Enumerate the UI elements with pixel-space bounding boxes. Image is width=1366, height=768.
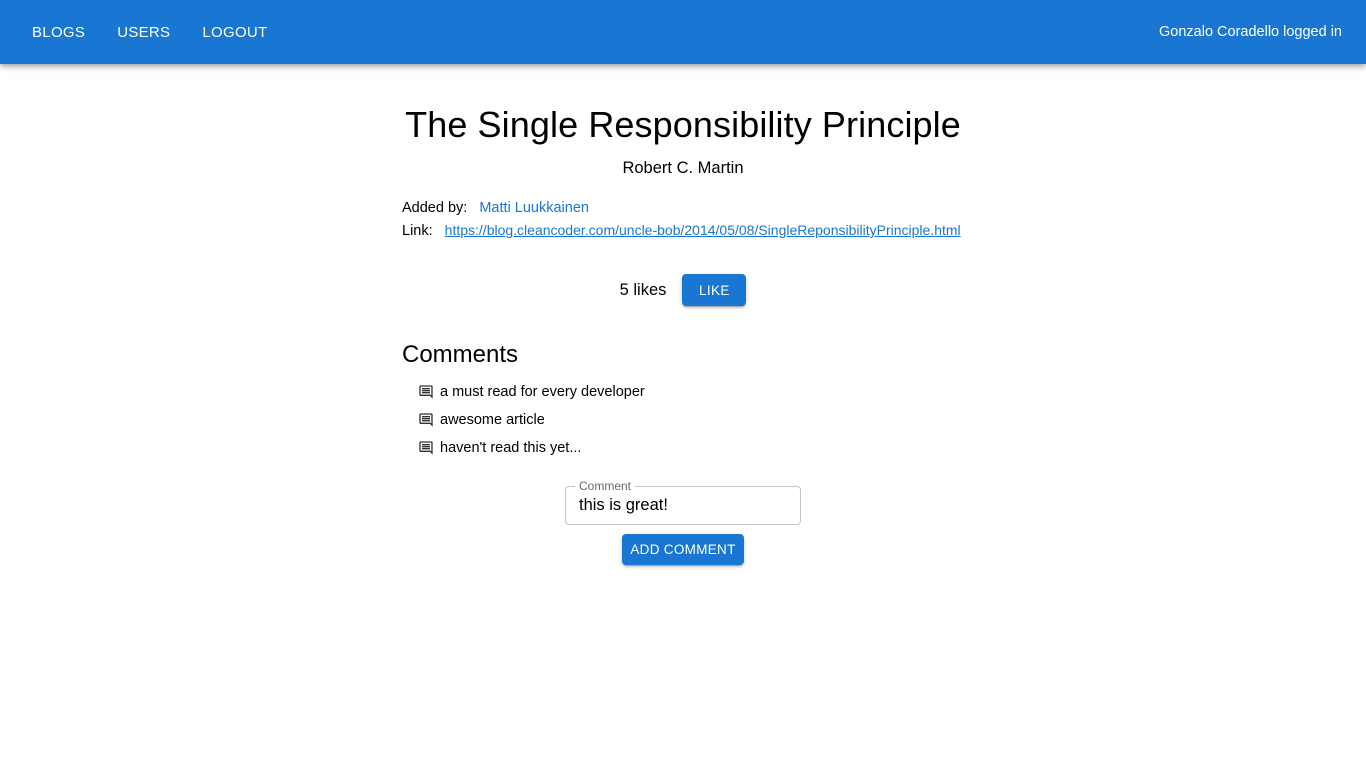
comment-icon	[419, 385, 433, 399]
added-by-label: Added by:	[402, 200, 468, 216]
list-item: awesome article	[418, 406, 645, 434]
list-item: haven't read this yet...	[418, 434, 645, 462]
comment-field-label: Comment	[575, 479, 636, 493]
nav-logout-button[interactable]: LOGOUT	[194, 18, 275, 47]
add-comment-button[interactable]: ADD COMMENT	[622, 534, 744, 565]
added-by-row: Added by: Matti Luukkainen	[402, 200, 589, 216]
nav-blogs-button[interactable]: BLOGS	[24, 18, 93, 47]
comment-text: a must read for every developer	[440, 384, 645, 400]
logged-in-status: Gonzalo Coradello logged in	[1159, 24, 1342, 40]
comment-list: a must read for every developer awesome …	[418, 378, 645, 462]
list-item: a must read for every developer	[418, 378, 645, 406]
comment-text: awesome article	[440, 412, 545, 428]
blog-url-link[interactable]: https://blog.cleancoder.com/uncle-bob/20…	[445, 222, 961, 238]
nav-users-button[interactable]: USERS	[109, 18, 178, 47]
comment-input[interactable]	[579, 496, 789, 515]
added-by-user-link[interactable]: Matti Luukkainen	[479, 200, 589, 216]
like-button[interactable]: LIKE	[682, 274, 747, 306]
page-title: The Single Responsibility Principle	[405, 104, 961, 145]
comment-text: haven't read this yet...	[440, 440, 582, 456]
likes-count: 5 likes	[619, 280, 667, 299]
likes-row: 5 likes LIKE	[402, 274, 964, 306]
link-row: Link: https://blog.cleancoder.com/uncle-…	[402, 222, 961, 239]
comment-field: Comment	[565, 479, 801, 525]
blog-author: Robert C. Martin	[622, 159, 744, 177]
link-label: Link:	[402, 223, 433, 239]
comment-icon	[419, 413, 433, 427]
comments-heading: Comments	[402, 341, 519, 368]
app-bar: BLOGS USERS LOGOUT Gonzalo Coradello log…	[0, 0, 1366, 64]
comment-icon	[419, 441, 433, 455]
